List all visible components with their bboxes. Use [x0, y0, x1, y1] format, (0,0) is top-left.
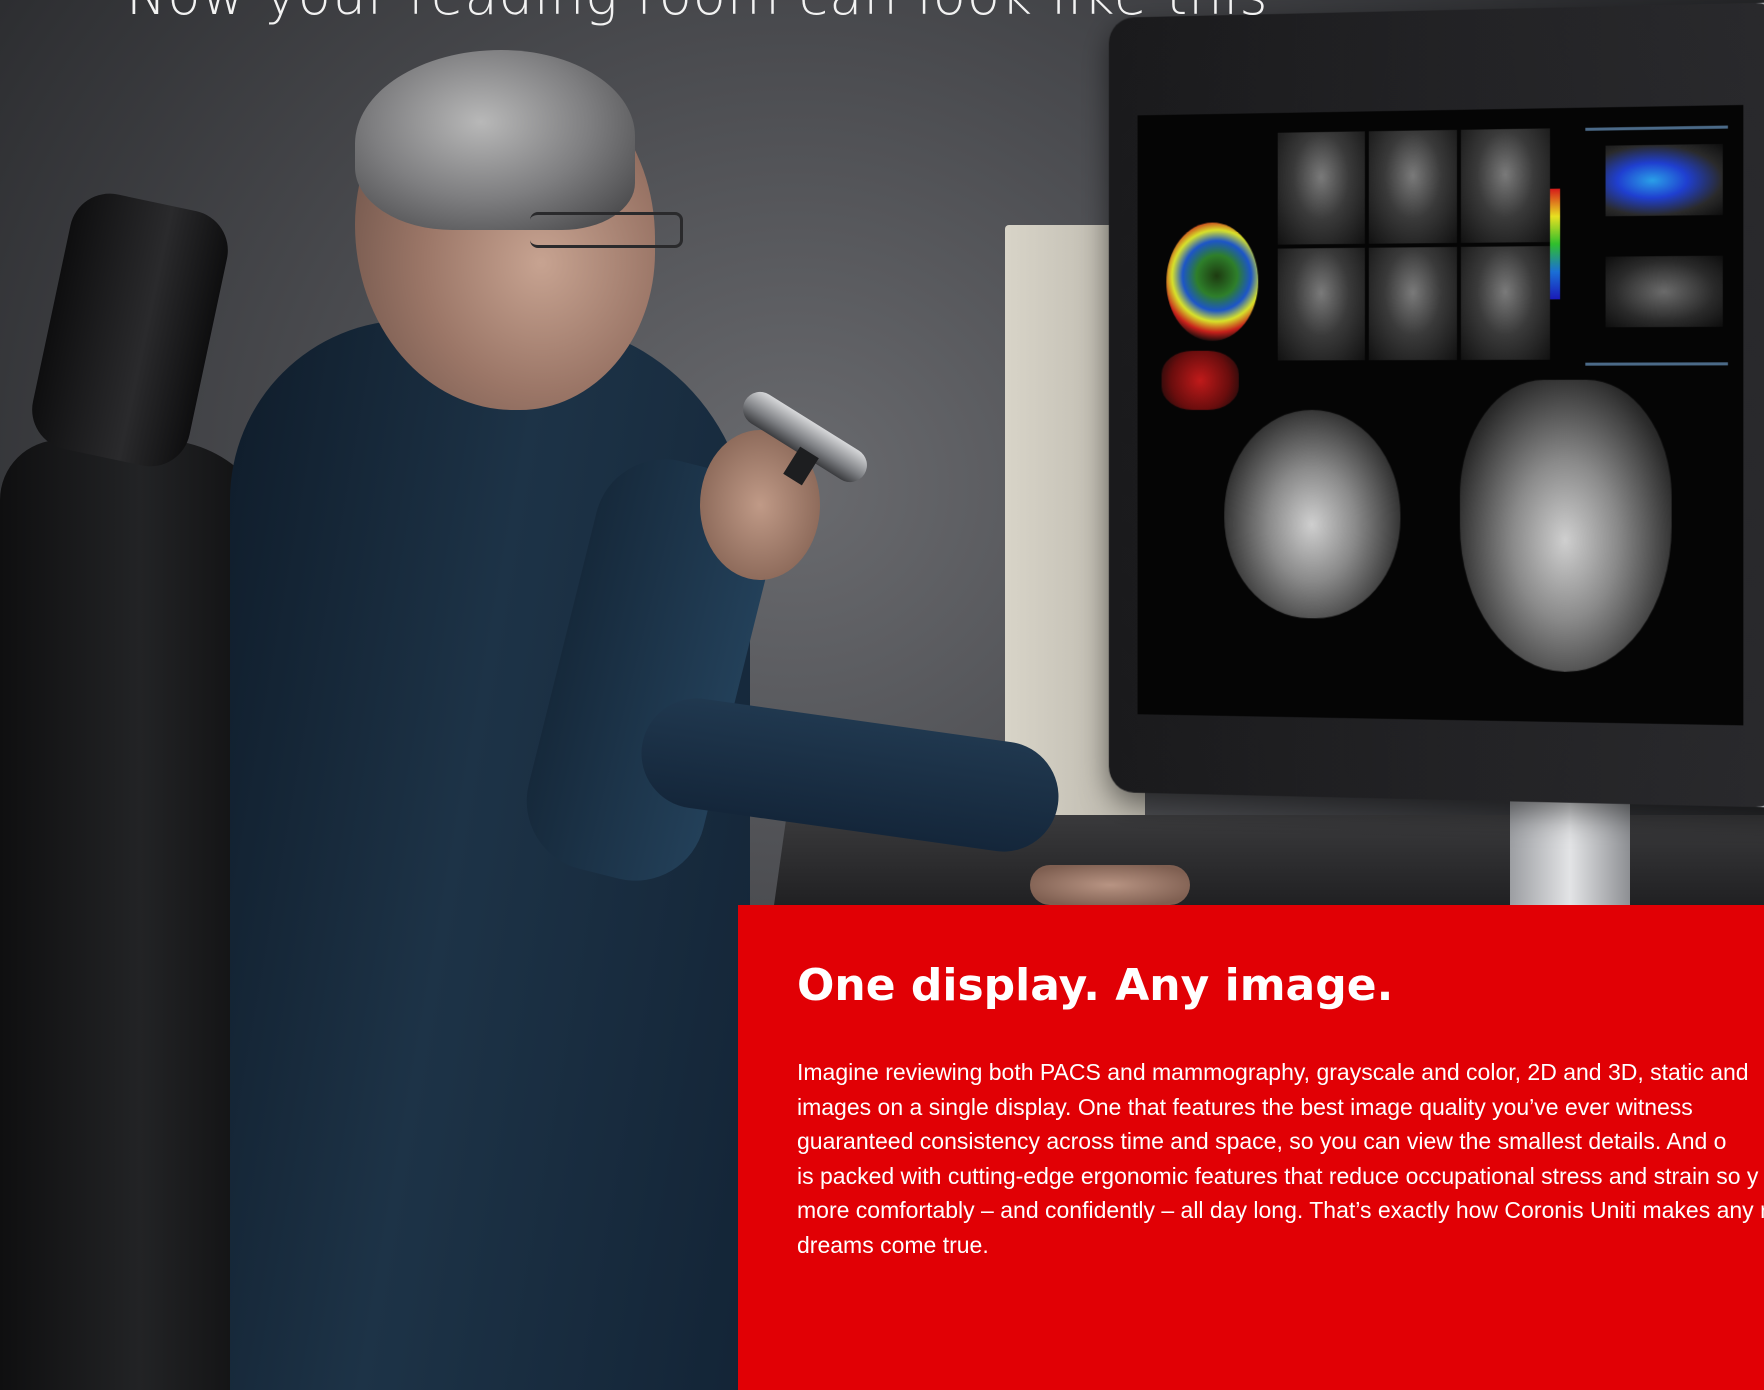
doppler-image	[1605, 143, 1723, 217]
callout-body: Imagine reviewing both PACS and mammogra…	[797, 1055, 1764, 1262]
callout-body-line: more comfortably – and confidently – all…	[797, 1197, 1764, 1223]
callout-body-line: guaranteed consistency across time and s…	[797, 1128, 1727, 1154]
ultrasound-image	[1368, 129, 1457, 244]
ultrasound-image	[1605, 255, 1723, 328]
ultrasound-image	[1368, 246, 1457, 361]
elastography-colorbar	[1550, 188, 1561, 300]
ultrasound-image	[1277, 131, 1365, 245]
callout-title: One display. Any image.	[797, 960, 1394, 1011]
chair-headrest	[24, 186, 236, 474]
mammogram-mlo	[1459, 379, 1672, 674]
radiologist-hair	[355, 50, 635, 230]
ultrasound-image	[1460, 128, 1551, 243]
monitor-screen	[1137, 104, 1744, 726]
mri-color-scan-secondary	[1161, 350, 1239, 410]
ultrasound-grid	[1277, 128, 1551, 361]
monitor	[1108, 1, 1764, 809]
callout-panel: One display. Any image. Imagine reviewin…	[738, 905, 1764, 1390]
side-panel-images	[1585, 125, 1728, 366]
mri-color-scan	[1166, 222, 1259, 342]
callout-body-line: images on a single display. One that fea…	[797, 1093, 1693, 1120]
ultrasound-image	[1277, 247, 1365, 361]
radiologist-hand-on-desk	[1030, 865, 1190, 905]
mammogram-cc	[1224, 409, 1401, 620]
callout-body-line: dreams come true.	[797, 1231, 989, 1258]
glasses	[530, 212, 683, 248]
headline: Now your reading room can look like this	[126, 0, 1269, 27]
ultrasound-image	[1460, 246, 1551, 360]
callout-body-line: Imagine reviewing both PACS and mammogra…	[797, 1059, 1749, 1085]
callout-body-line: is packed with cutting-edge ergonomic fe…	[797, 1162, 1759, 1189]
